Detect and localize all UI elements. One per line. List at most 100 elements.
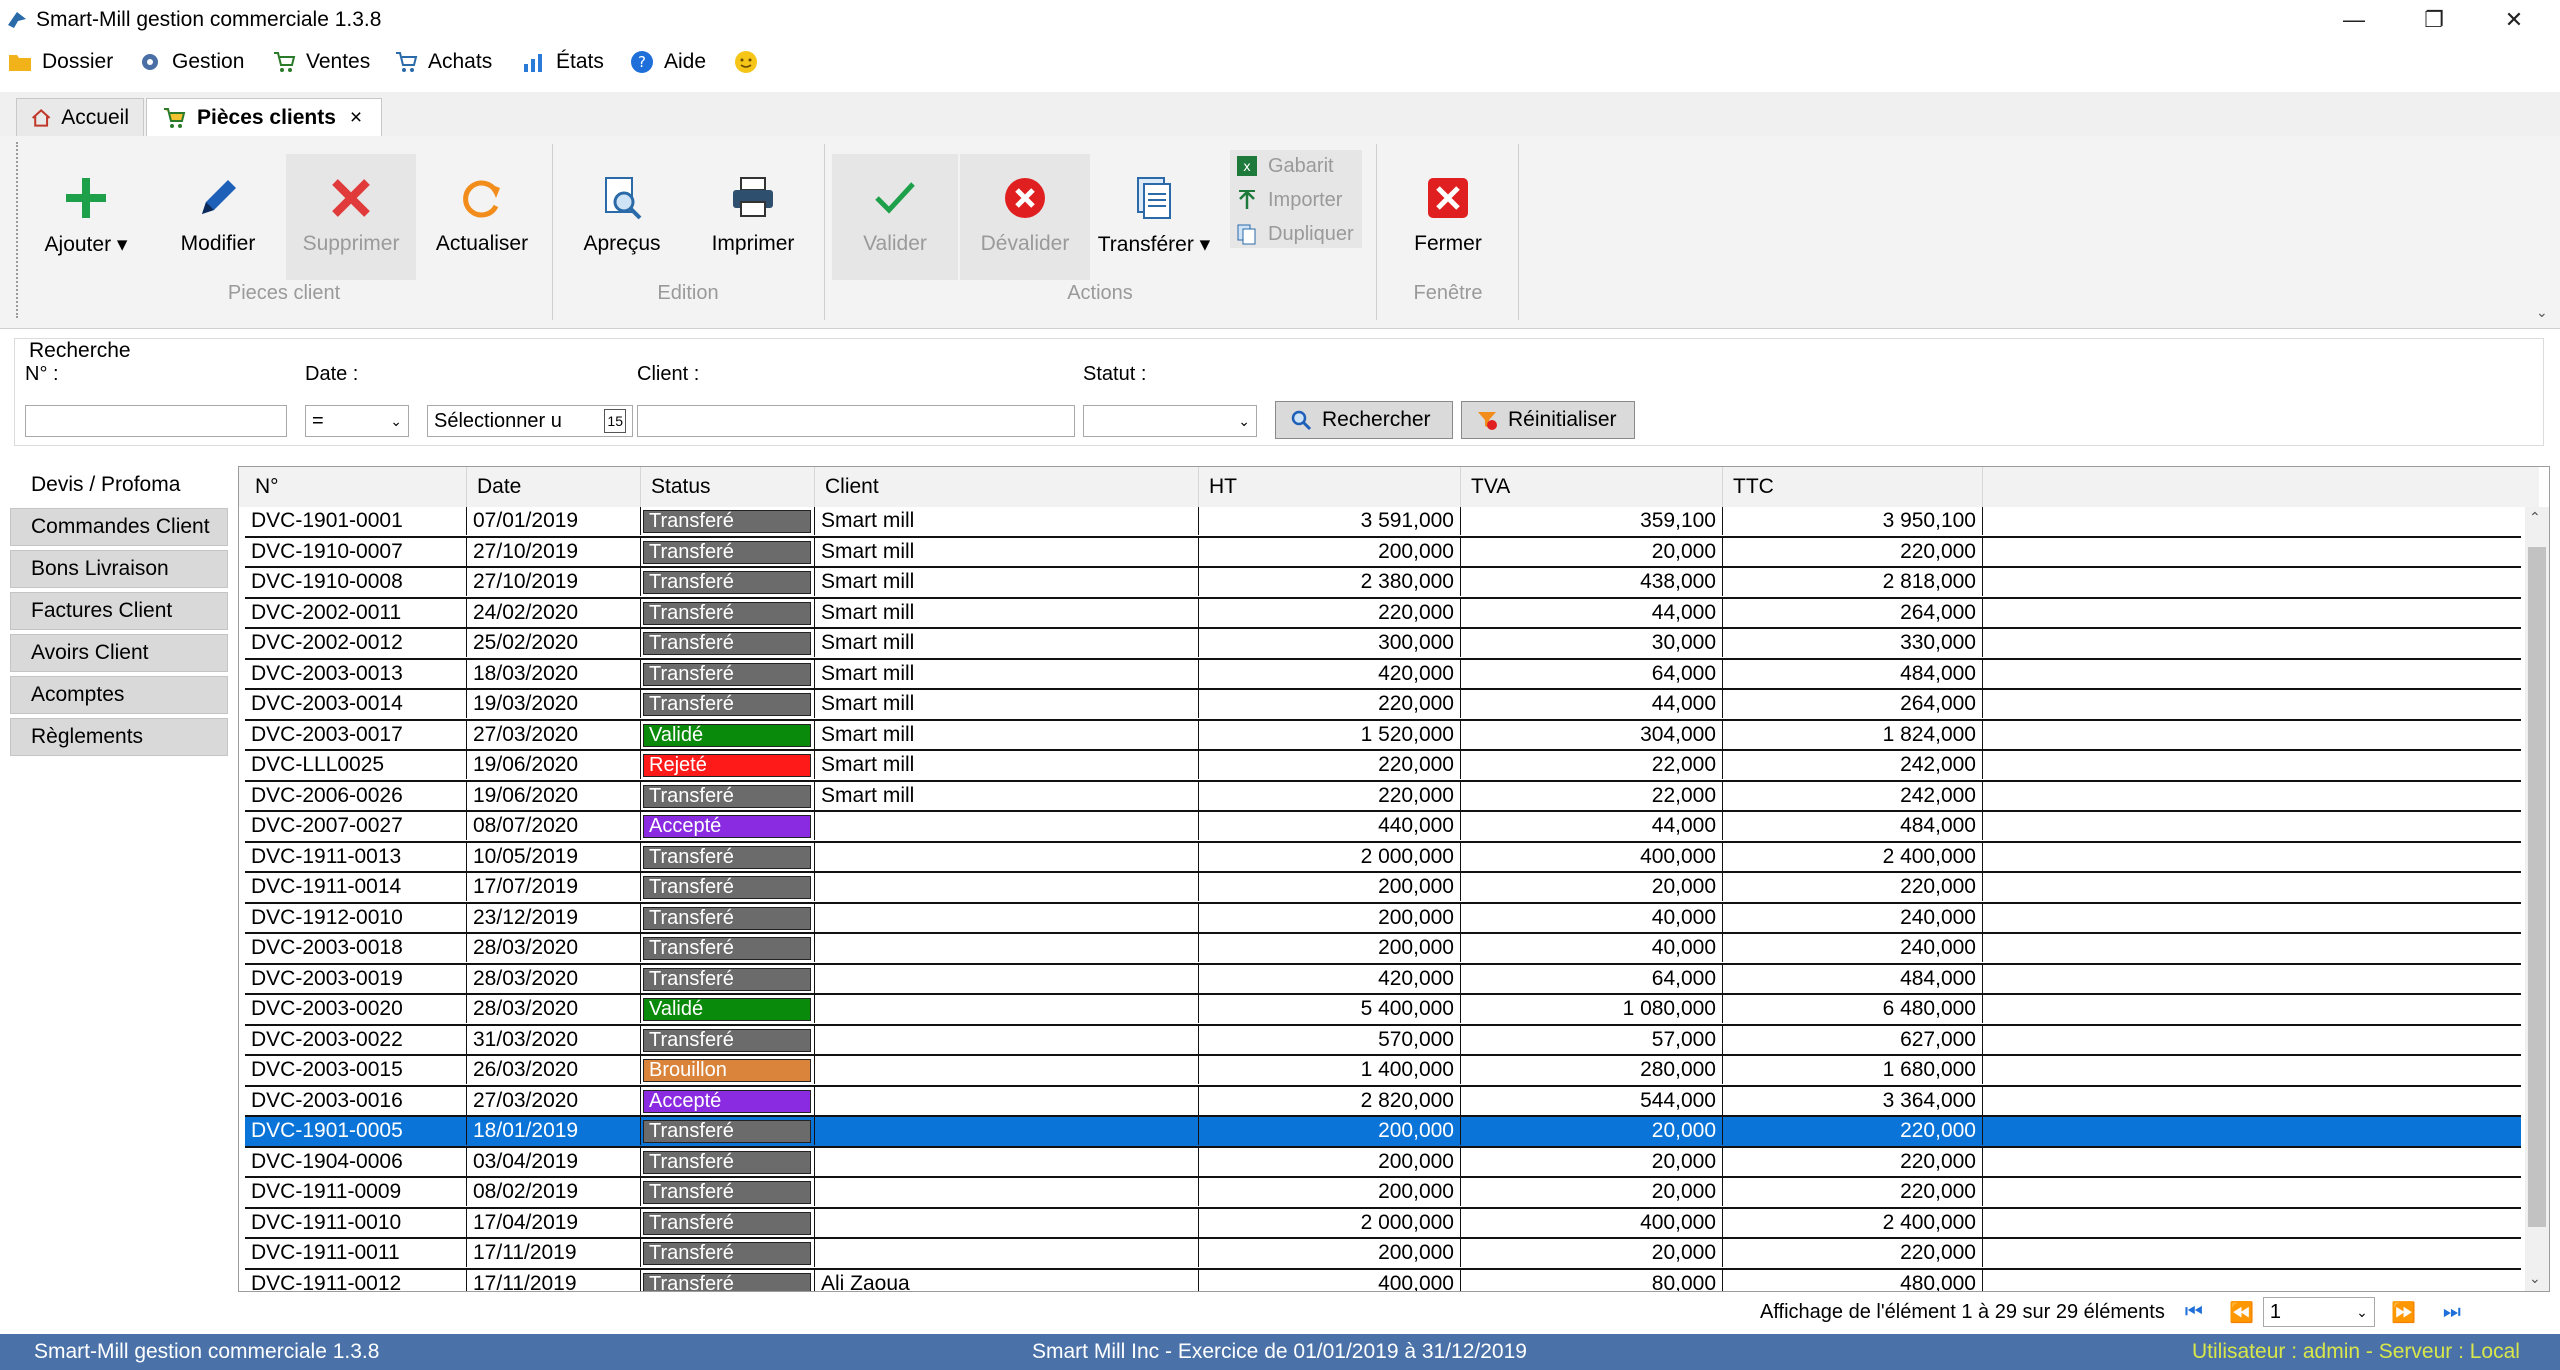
table-row[interactable]: DVC-2007-0027 08/07/2020 Accepté 440,000 44,…: [245, 812, 2521, 843]
table-row[interactable]: DVC-2003-0014 19/03/2020 Transferé Smart mi…: [245, 690, 2521, 721]
next-page-icon[interactable]: ⏩: [2389, 1297, 2419, 1327]
check-icon: [875, 182, 915, 214]
minimize-button[interactable]: —: [2314, 0, 2394, 40]
scroll-down-icon[interactable]: ⌄: [2529, 1270, 2541, 1287]
scroll-up-icon[interactable]: ⌃: [2529, 509, 2541, 526]
menu-dossier[interactable]: Dossier: [8, 48, 113, 76]
cell-tva: 20,000: [1461, 1117, 1723, 1145]
status-badge: Transferé: [643, 1028, 811, 1052]
cell-ttc: 3 950,100: [1723, 507, 1983, 535]
preview-button[interactable]: Apreçus: [560, 154, 684, 280]
column-header-date[interactable]: Date: [467, 467, 641, 507]
delete-button[interactable]: Supprimer: [286, 154, 416, 280]
search-button[interactable]: Rechercher: [1275, 401, 1453, 439]
menu-extra[interactable]: [734, 48, 758, 76]
restore-button[interactable]: ❐: [2394, 0, 2474, 40]
print-button[interactable]: Imprimer: [690, 154, 816, 280]
client-input[interactable]: [637, 405, 1075, 437]
table-row[interactable]: DVC-2003-0020 28/03/2020 Validé 5 400,000 1 …: [245, 995, 2521, 1026]
table-row[interactable]: DVC-2003-0018 28/03/2020 Transferé 200,000 4…: [245, 934, 2521, 965]
cell-num: DVC-1911-0011: [245, 1239, 467, 1267]
menu-aide[interactable]: ? Aide: [630, 48, 706, 76]
table-row[interactable]: DVC-LLL0025 19/06/2020 Rejeté Smart mill 220…: [245, 751, 2521, 782]
tab-pieces-clients[interactable]: Pièces clients ×: [146, 98, 382, 136]
table-row[interactable]: DVC-2003-0015 26/03/2020 Brouillon 1 400,00…: [245, 1056, 2521, 1087]
table-row[interactable]: DVC-2006-0026 19/06/2020 Transferé Smart mi…: [245, 781, 2521, 812]
close-button[interactable]: Fermer: [1386, 154, 1510, 280]
table-row[interactable]: DVC-2002-0011 24/02/2020 Transferé Smart mi…: [245, 598, 2521, 629]
tab-accueil[interactable]: Accueil: [16, 98, 144, 136]
grid-header: N° Date Status Client HT TVA TTC: [239, 467, 2539, 507]
table-row[interactable]: DVC-1911-0011 17/11/2019 Transferé 200,000 2…: [245, 1239, 2521, 1270]
template-button[interactable]: x Gabarit: [1236, 150, 1334, 182]
nav-avoirs[interactable]: Avoirs Client: [10, 634, 228, 672]
num-label: N° :: [25, 363, 59, 385]
status-select[interactable]: ⌄: [1083, 405, 1257, 437]
calendar-icon[interactable]: 15: [604, 409, 626, 433]
column-header-ttc[interactable]: TTC: [1723, 467, 1983, 507]
transfer-button[interactable]: Transférer ▾: [1092, 154, 1216, 280]
column-header-tva[interactable]: TVA: [1461, 467, 1723, 507]
nav-acomptes[interactable]: Acomptes: [10, 676, 228, 714]
cell-tva: 20,000: [1461, 873, 1723, 901]
table-row[interactable]: DVC-1911-0014 17/07/2019 Transferé 200,000 2…: [245, 873, 2521, 904]
document-tabs: Accueil Pièces clients ×: [0, 92, 2560, 137]
page-select[interactable]: 1 ⌄: [2262, 1297, 2375, 1327]
table-row[interactable]: DVC-1910-0008 27/10/2019 Transferé Smart mi…: [245, 568, 2521, 599]
close-window-button[interactable]: ✕: [2474, 0, 2554, 40]
tab-close-icon[interactable]: ×: [350, 106, 362, 130]
add-button[interactable]: Ajouter ▾: [24, 154, 148, 280]
table-row[interactable]: DVC-1911-0013 10/05/2019 Transferé 2 000,00…: [245, 842, 2521, 873]
date-picker[interactable]: Sélectionner u 15: [427, 405, 633, 437]
unvalidate-button[interactable]: Dévalider: [960, 154, 1090, 280]
preview-icon: [605, 177, 642, 220]
cell-tva: 22,000: [1461, 751, 1723, 779]
pencil-icon: [202, 180, 236, 214]
column-header-status[interactable]: Status: [641, 467, 815, 507]
column-header-client[interactable]: Client: [815, 467, 1199, 507]
import-button[interactable]: Importer: [1236, 184, 1342, 216]
table-row[interactable]: DVC-2003-0019 28/03/2020 Transferé 420,000 6…: [245, 964, 2521, 995]
table-row[interactable]: DVC-2003-0022 31/03/2020 Transferé 570,000 5…: [245, 1025, 2521, 1056]
edit-button[interactable]: Modifier: [156, 154, 280, 280]
table-row[interactable]: DVC-2003-0016 27/03/2020 Accepté 2 820,000 5…: [245, 1086, 2521, 1117]
reset-button[interactable]: Réinitialiser: [1461, 401, 1635, 439]
column-header-ht[interactable]: HT: [1199, 467, 1461, 507]
menu-etats[interactable]: États: [522, 48, 604, 76]
last-page-icon[interactable]: ⏭: [2437, 1297, 2467, 1327]
table-row[interactable]: DVC-1911-0012 17/11/2019 Transferé Ali Zaou…: [245, 1269, 2521, 1291]
cell-client: Smart mill: [815, 751, 1199, 779]
date-operator-select[interactable]: = ⌄: [305, 405, 409, 437]
table-row[interactable]: DVC-2003-0017 27/03/2020 Validé Smart mill 1…: [245, 720, 2521, 751]
menu-gestion[interactable]: Gestion: [138, 48, 244, 76]
table-row[interactable]: DVC-1912-0010 23/12/2019 Transferé 200,000 4…: [245, 903, 2521, 934]
nav-devis[interactable]: Devis / Profoma: [10, 466, 228, 504]
column-header-num[interactable]: N°: [245, 467, 467, 507]
nav-commandes[interactable]: Commandes Client: [10, 508, 228, 546]
table-row[interactable]: DVC-2002-0012 25/02/2020 Transferé Smart mi…: [245, 629, 2521, 660]
num-input[interactable]: [25, 405, 287, 437]
prev-page-icon[interactable]: ⏪: [2227, 1297, 2257, 1327]
nav-reglements[interactable]: Règlements: [10, 718, 228, 756]
validate-label: Valider: [863, 232, 927, 255]
vertical-scrollbar[interactable]: ⌃ ⌄: [2525, 507, 2549, 1291]
table-row[interactable]: DVC-1911-0010 17/04/2019 Transferé 2 000,00…: [245, 1208, 2521, 1239]
menu-ventes[interactable]: Ventes: [272, 48, 370, 76]
table-row[interactable]: DVC-1901-0001 07/01/2019 Transferé Smart mi…: [245, 507, 2521, 538]
table-row[interactable]: DVC-1901-0005 18/01/2019 Transferé 200,000 2…: [245, 1117, 2521, 1148]
table-row[interactable]: DVC-1911-0009 08/02/2019 Transferé 200,000 2…: [245, 1178, 2521, 1209]
validate-button[interactable]: Valider: [832, 154, 958, 280]
cell-num: DVC-1904-0006: [245, 1147, 467, 1176]
table-row[interactable]: DVC-1910-0007 27/10/2019 Transferé Smart mi…: [245, 537, 2521, 568]
nav-factures[interactable]: Factures Client: [10, 592, 228, 630]
chart-icon: [522, 50, 546, 74]
ribbon-expand-icon[interactable]: ⌄: [2536, 304, 2548, 321]
table-row[interactable]: DVC-2003-0013 18/03/2020 Transferé Smart mi…: [245, 659, 2521, 690]
table-row[interactable]: DVC-1904-0006 03/04/2019 Transferé 200,000 2…: [245, 1147, 2521, 1178]
menu-achats[interactable]: Achats: [394, 48, 492, 76]
duplicate-button[interactable]: Dupliquer: [1236, 218, 1354, 250]
first-page-icon[interactable]: ⏮: [2179, 1297, 2209, 1327]
scrollbar-thumb[interactable]: [2528, 547, 2546, 1227]
nav-bons-livraison[interactable]: Bons Livraison: [10, 550, 228, 588]
refresh-button[interactable]: Actualiser: [420, 154, 544, 280]
